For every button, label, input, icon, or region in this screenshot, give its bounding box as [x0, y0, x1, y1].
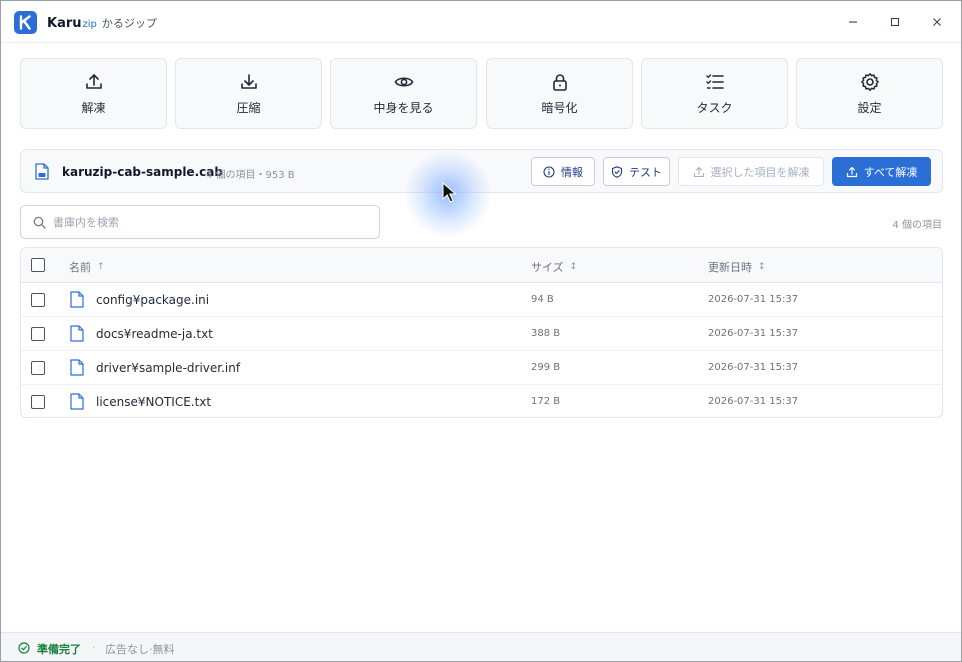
archive-meta: 4 個の項目・953 B [206, 170, 295, 181]
status-bar: 準備完了 · 広告なし·無料 [1, 632, 961, 661]
check-circle-icon [18, 642, 30, 654]
extract-button[interactable]: 解凍 [20, 58, 167, 129]
column-name-header[interactable]: 名前 ↑ [69, 259, 105, 275]
column-size-header[interactable]: サイズ ↕ [531, 259, 577, 275]
file-name: license¥NOTICE.txt [96, 395, 212, 409]
minimize-icon [849, 21, 857, 23]
sort-both-icon: ↕ [758, 262, 766, 272]
extract-all-label: すべて解凍 [863, 165, 918, 179]
search-box[interactable] [20, 205, 380, 239]
column-modified-header[interactable]: 更新日時 ↕ [708, 259, 766, 275]
app-title: Karu zip かるジップ [47, 15, 157, 31]
file-icon [70, 291, 84, 308]
table-row[interactable]: license¥NOTICE.txt 172 B 2026-07-31 15:3… [21, 385, 942, 417]
settings-label: 設定 [857, 100, 882, 115]
file-modified: 2026-07-31 15:37 [708, 396, 799, 407]
extract-selected-label: 選択した項目を解凍 [710, 165, 810, 179]
item-count: 4 個の項目 [892, 220, 942, 231]
app-name-suffix: zip [82, 19, 97, 30]
maximize-button[interactable] [880, 9, 910, 35]
extract-all-button[interactable]: すべて解凍 [832, 157, 931, 186]
extract-label: 解凍 [81, 100, 106, 115]
table-row[interactable]: driver¥sample-driver.inf 299 B 2026-07-3… [21, 351, 942, 385]
view-contents-button[interactable]: 中身を見る [330, 58, 477, 129]
extract-selected-button[interactable]: 選択した項目を解凍 [678, 157, 824, 186]
file-size: 94 B [531, 294, 554, 305]
file-size: 172 B [531, 396, 561, 407]
minimize-button[interactable] [838, 9, 868, 35]
eye-icon [394, 76, 413, 87]
view-contents-label: 中身を見る [373, 100, 434, 115]
info-label: 情報 [561, 165, 583, 179]
shield-check-icon [611, 165, 623, 178]
download-icon [240, 73, 257, 89]
info-button[interactable]: 情報 [531, 157, 595, 186]
archive-file-icon [35, 163, 49, 180]
file-modified: 2026-07-31 15:37 [708, 362, 799, 373]
app-name: Karu [47, 16, 82, 31]
table-row[interactable]: config¥package.ini 94 B 2026-07-31 15:37 [21, 283, 942, 317]
status-text: 準備完了 [37, 643, 81, 656]
upload-small-icon [693, 166, 704, 177]
close-icon [933, 18, 941, 26]
file-name: config¥package.ini [96, 293, 210, 307]
tasks-label: タスク [696, 100, 733, 115]
search-icon [33, 216, 46, 229]
file-icon [70, 393, 84, 410]
app-name-jp: かるジップ [101, 17, 157, 30]
sort-up-icon: ↑ [97, 262, 105, 272]
archive-info-bar: karuzip-cab-sample.cab 4 個の項目・953 B 情報 テ… [20, 149, 943, 193]
file-name: driver¥sample-driver.inf [96, 361, 241, 375]
column-size-label: サイズ [531, 261, 564, 274]
file-table: 名前 ↑ サイズ ↕ 更新日時 ↕ config¥package.ini 94 … [20, 247, 943, 418]
test-label: テスト [629, 165, 662, 179]
archive-name: karuzip-cab-sample.cab [62, 165, 223, 179]
file-modified: 2026-07-31 15:37 [708, 328, 799, 339]
row-checkbox[interactable] [31, 293, 45, 307]
tasks-button[interactable]: タスク [641, 58, 788, 129]
select-all-checkbox[interactable] [31, 258, 45, 272]
file-name: docs¥readme-ja.txt [96, 327, 213, 341]
sort-both-icon: ↕ [569, 262, 578, 272]
row-checkbox[interactable] [31, 395, 45, 409]
lock-icon [552, 73, 567, 91]
table-header: 名前 ↑ サイズ ↕ 更新日時 ↕ [21, 248, 942, 283]
info-icon [543, 165, 555, 178]
upload-small-icon [846, 166, 857, 177]
compress-button[interactable]: 圧縮 [175, 58, 322, 129]
file-size: 388 B [531, 328, 561, 339]
app-window: Karu zip かるジップ 解凍 圧縮 中身を見る 暗号化 タスク 設定 ka… [0, 0, 962, 662]
encrypt-label: 暗号化 [541, 100, 578, 115]
file-icon [70, 325, 84, 342]
row-checkbox[interactable] [31, 361, 45, 375]
status-separator: · [92, 641, 96, 654]
file-modified: 2026-07-31 15:37 [708, 294, 799, 305]
list-check-icon [705, 73, 724, 89]
search-input[interactable] [53, 212, 363, 232]
status-subtext: 広告なし·無料 [105, 643, 175, 656]
upload-icon [85, 73, 102, 89]
encrypt-button[interactable]: 暗号化 [486, 58, 633, 129]
column-name-label: 名前 [69, 261, 91, 274]
app-logo-icon [14, 11, 37, 34]
row-checkbox[interactable] [31, 327, 45, 341]
table-row[interactable]: docs¥readme-ja.txt 388 B 2026-07-31 15:3… [21, 317, 942, 351]
settings-button[interactable]: 設定 [796, 58, 943, 129]
gear-icon [860, 72, 879, 91]
test-button[interactable]: テスト [603, 157, 670, 186]
column-modified-label: 更新日時 [708, 261, 752, 274]
file-size: 299 B [531, 362, 561, 373]
compress-label: 圧縮 [236, 100, 261, 115]
maximize-icon [890, 17, 900, 27]
file-icon [70, 359, 84, 376]
title-bar[interactable]: Karu zip かるジップ [1, 1, 961, 43]
close-button[interactable] [922, 9, 952, 35]
